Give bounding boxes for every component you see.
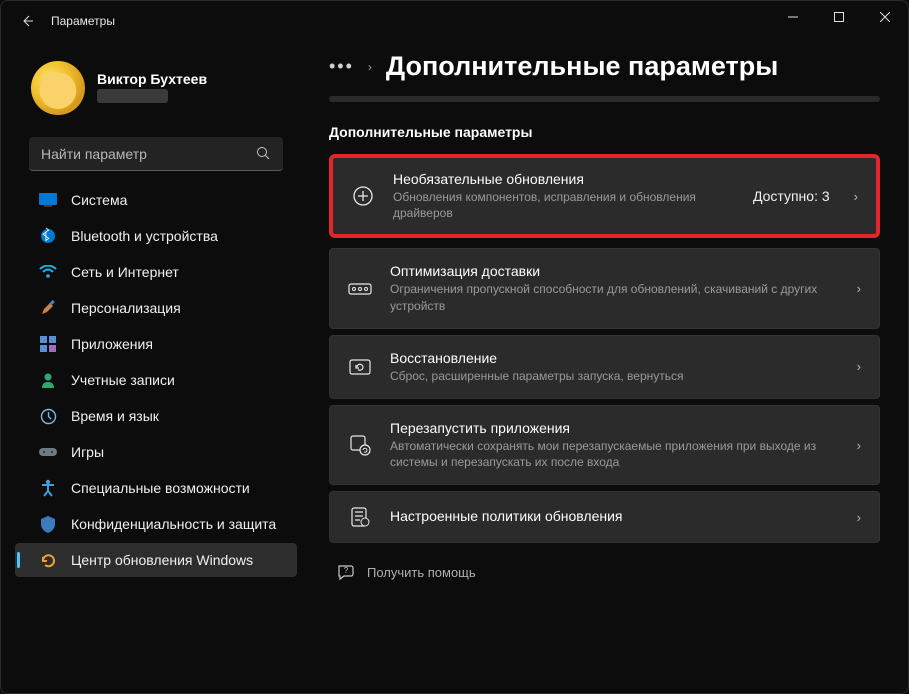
sidebar-item-label: Игры bbox=[71, 444, 104, 460]
sidebar-item-windows-update[interactable]: Центр обновления Windows bbox=[15, 543, 297, 577]
chevron-right-icon: › bbox=[854, 189, 858, 204]
card-title: Необязательные обновления bbox=[393, 171, 735, 187]
person-icon bbox=[39, 371, 57, 389]
profile-name: Виктор Бухтеев bbox=[97, 71, 207, 87]
sidebar: Виктор Бухтеев Система Bluetooth и устро… bbox=[1, 41, 311, 693]
card-subtitle: Ограничения пропускной способности для о… bbox=[390, 281, 839, 313]
profile-email bbox=[97, 89, 168, 103]
search-icon bbox=[256, 146, 271, 161]
plus-circle-icon bbox=[351, 185, 375, 207]
restart-apps-icon bbox=[348, 434, 372, 456]
profile[interactable]: Виктор Бухтеев bbox=[9, 51, 303, 137]
card-title: Перезапустить приложения bbox=[390, 420, 839, 436]
apps-icon bbox=[39, 335, 57, 353]
chevron-right-icon: › bbox=[368, 60, 372, 74]
get-help-link[interactable]: ? Получить помощь bbox=[329, 563, 880, 581]
update-icon bbox=[39, 551, 57, 569]
wifi-icon bbox=[39, 263, 57, 281]
sidebar-item-label: Учетные записи bbox=[71, 372, 175, 388]
sidebar-item-label: Приложения bbox=[71, 336, 153, 352]
sidebar-item-label: Время и язык bbox=[71, 408, 159, 424]
sidebar-item-label: Сеть и Интернет bbox=[71, 264, 179, 280]
card-subtitle: Сброс, расширенные параметры запуска, ве… bbox=[390, 368, 839, 384]
chevron-right-icon: › bbox=[857, 281, 861, 296]
card-restart-apps[interactable]: Перезапустить приложения Автоматически с… bbox=[329, 405, 880, 485]
breadcrumb-more[interactable]: ••• bbox=[329, 56, 354, 77]
sidebar-item-label: Специальные возможности bbox=[71, 480, 250, 496]
search-box[interactable] bbox=[29, 137, 283, 171]
card-title: Настроенные политики обновления bbox=[390, 508, 839, 524]
bluetooth-icon bbox=[39, 227, 57, 245]
breadcrumb: ••• › Дополнительные параметры bbox=[329, 51, 880, 82]
main-content: ••• › Дополнительные параметры Дополните… bbox=[311, 41, 908, 693]
titlebar: Параметры bbox=[1, 1, 908, 41]
sidebar-item-bluetooth[interactable]: Bluetooth и устройства bbox=[15, 219, 297, 253]
sidebar-item-privacy[interactable]: Конфиденциальность и защита bbox=[15, 507, 297, 541]
brush-icon bbox=[39, 299, 57, 317]
help-icon: ? bbox=[337, 563, 355, 581]
card-optional-updates[interactable]: Необязательные обновления Обновления ком… bbox=[329, 154, 880, 238]
card-update-policies[interactable]: Настроенные политики обновления › bbox=[329, 491, 880, 543]
recovery-icon bbox=[348, 357, 372, 377]
accessibility-icon bbox=[39, 479, 57, 497]
card-subtitle: Обновления компонентов, исправления и об… bbox=[393, 189, 735, 221]
card-recovery[interactable]: Восстановление Сброс, расширенные параме… bbox=[329, 335, 880, 399]
maximize-button[interactable] bbox=[816, 1, 862, 33]
sidebar-item-label: Bluetooth и устройства bbox=[71, 228, 218, 244]
sidebar-item-accessibility[interactable]: Специальные возможности bbox=[15, 471, 297, 505]
policy-icon bbox=[348, 506, 372, 528]
sidebar-item-network[interactable]: Сеть и Интернет bbox=[15, 255, 297, 289]
sidebar-item-label: Центр обновления Windows bbox=[71, 552, 253, 568]
sidebar-item-label: Система bbox=[71, 192, 127, 208]
sidebar-item-time-language[interactable]: Время и язык bbox=[15, 399, 297, 433]
system-icon bbox=[39, 191, 57, 209]
avatar bbox=[31, 61, 85, 115]
clock-icon bbox=[39, 407, 57, 425]
page-title: Дополнительные параметры bbox=[386, 51, 778, 82]
delivery-icon bbox=[348, 280, 372, 298]
card-meta: Доступно: 3 bbox=[753, 188, 830, 204]
sidebar-item-system[interactable]: Система bbox=[15, 183, 297, 217]
shield-icon bbox=[39, 515, 57, 533]
card-delivery-optimization[interactable]: Оптимизация доставки Ограничения пропуск… bbox=[329, 248, 880, 328]
gamepad-icon bbox=[39, 443, 57, 461]
window-controls bbox=[770, 1, 908, 33]
sidebar-item-personalization[interactable]: Персонализация bbox=[15, 291, 297, 325]
sidebar-item-label: Персонализация bbox=[71, 300, 181, 316]
sidebar-item-apps[interactable]: Приложения bbox=[15, 327, 297, 361]
card-title: Восстановление bbox=[390, 350, 839, 366]
divider bbox=[329, 96, 880, 102]
window-title: Параметры bbox=[51, 14, 115, 28]
svg-text:?: ? bbox=[344, 566, 349, 575]
chevron-right-icon: › bbox=[857, 510, 861, 525]
sidebar-item-accounts[interactable]: Учетные записи bbox=[15, 363, 297, 397]
sidebar-item-gaming[interactable]: Игры bbox=[15, 435, 297, 469]
card-title: Оптимизация доставки bbox=[390, 263, 839, 279]
chevron-right-icon: › bbox=[857, 438, 861, 453]
section-heading: Дополнительные параметры bbox=[329, 124, 880, 140]
help-label: Получить помощь bbox=[367, 565, 476, 580]
card-subtitle: Автоматически сохранять мои перезапускае… bbox=[390, 438, 839, 470]
search-input[interactable] bbox=[41, 146, 256, 162]
sidebar-item-label: Конфиденциальность и защита bbox=[71, 516, 276, 532]
minimize-button[interactable] bbox=[770, 1, 816, 33]
close-button[interactable] bbox=[862, 1, 908, 33]
chevron-right-icon: › bbox=[857, 359, 861, 374]
nav: Система Bluetooth и устройства Сеть и Ин… bbox=[9, 183, 303, 577]
back-button[interactable] bbox=[9, 3, 45, 39]
